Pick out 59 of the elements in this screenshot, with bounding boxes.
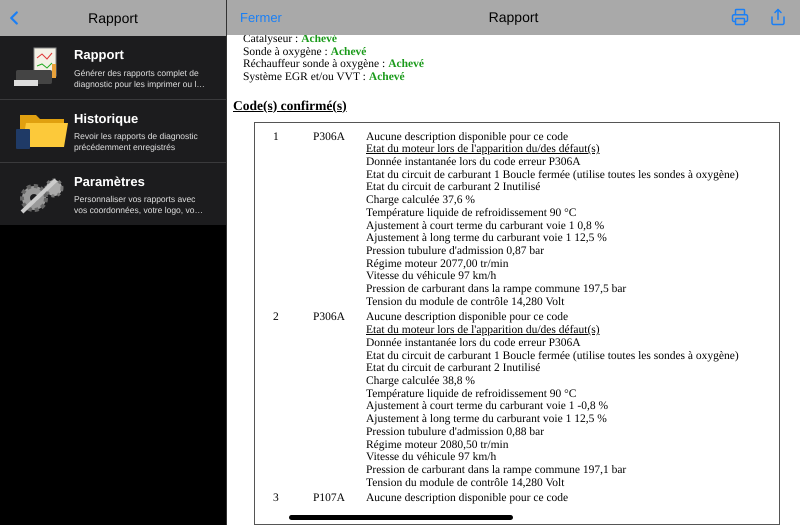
freeze-frame-line: Etat du circuit de carburant 1 Boucle fermée (utilise toutes les sondes à oxygène): [366, 350, 739, 362]
freeze-frame-line: Charge calculée 37,6 %: [366, 194, 476, 207]
menu-item[interactable]: Rapport Générer des rapports complet de diagnostic pour les imprimer ou l…: [0, 36, 226, 99]
freeze-frame-title: Etat du moteur lors de l'apparition du/des défaut(s): [366, 143, 601, 156]
freeze-frame-title: Etat du moteur lors de l'apparition du/des défaut(s): [366, 324, 601, 337]
freeze-frame-line: Température liquide de refroidissement 90 °C: [366, 206, 578, 220]
freeze-frame-line: Ajustement à long terme du carburant voie 1 12,5 %: [366, 413, 608, 426]
monitor-label: Réchauffeur sonde à oxygène :: [243, 58, 386, 71]
menu-item-title: Paramètres: [74, 172, 146, 191]
freeze-frame-line: Pression de carburant dans la rampe commune 197,5 bar: [366, 283, 628, 296]
freeze-frame-line: Ajustement à court terme du carburant voie 1 0,8 %: [366, 220, 606, 232]
sidebar-title: Rapport: [88, 8, 138, 28]
freeze-frame-line: Pression tubulure d'admission 0,88 bar: [366, 426, 546, 439]
share-button[interactable]: [769, 8, 787, 26]
section-title: Code(s) confirmé(s): [233, 98, 348, 114]
freeze-frame-line: Donnée instantanée lors du code erreur P306A: [366, 336, 582, 350]
printer-icon: [731, 8, 749, 26]
share-icon: [769, 8, 787, 26]
menu-item-description: Générer des rapports complet de diagnostic pour les imprimer ou l…: [74, 68, 206, 90]
code-description: Aucune description disponible pour ce code: [366, 492, 568, 506]
freeze-frame-line: Tension du module de contrôle 14,280 Volt: [366, 476, 566, 490]
menu-item-description: Revoir les rapports de diagnostic précédemment enregistrés: [74, 131, 199, 154]
print-button[interactable]: [731, 8, 749, 26]
freeze-frame-line: Température liquide de refroidissement 90 °C: [366, 388, 578, 400]
freeze-frame-line: Régime moteur 2077,00 tr/min: [366, 258, 510, 270]
freeze-frame-line: Vitesse du véhicule 97 km/h: [366, 270, 498, 284]
freeze-frame-line: Etat du circuit de carburant 2 Inutilisé: [366, 362, 542, 375]
code-number: P306A: [313, 130, 346, 145]
code-index: 1: [273, 130, 280, 145]
monitor-status: Achevé: [368, 70, 405, 84]
freeze-frame-line: Etat du circuit de carburant 1 Boucle fermée (utilise toutes les sondes à oxygène): [366, 168, 739, 182]
freeze-frame-line: Ajustement à court terme du carburant voie 1 -0,8 %: [366, 400, 610, 414]
monitor-label: Système EGR et/ou VVT :: [243, 70, 366, 84]
freeze-frame-line: Charge calculée 38,8 %: [366, 375, 476, 388]
freeze-frame-line: Ajustement à long terme du carburant voie 1 12,5 %: [366, 232, 608, 245]
code-number: P107A: [313, 492, 346, 506]
monitor-label: Catalyseur :: [243, 32, 298, 46]
freeze-frame-line: Pression tubulure d'admission 0,87 bar: [366, 244, 546, 258]
menu-item[interactable]: Historique Revoir les rapports de diagnostic précédemment enregistrés: [0, 99, 226, 162]
freeze-frame-line: Etat du circuit de carburant 2 Inutilisé: [366, 181, 542, 194]
menu-item-title: Historique: [74, 110, 140, 128]
freeze-frame-line: Tension du module de contrôle 14,280 Volt: [366, 296, 566, 308]
monitor-status: Achevé: [330, 46, 366, 58]
code-description: Aucune description disponible pour ce code: [366, 311, 570, 324]
code-number: P306A: [313, 311, 346, 326]
menu-item-title: Rapport: [74, 46, 125, 64]
code-index: 3: [273, 492, 280, 506]
freeze-frame-line: Régime moteur 2080,50 tr/min: [366, 438, 510, 452]
code-description: Aucune description disponible pour ce code: [366, 130, 570, 144]
monitor-status: Achevé: [388, 58, 424, 71]
menu-item-description: Personnaliser vos rapports avec vos coordonnées, votre logo, vo…: [74, 194, 204, 216]
monitor-status: Achevé: [301, 32, 338, 46]
monitor-label: Sonde à oxygène :: [243, 46, 328, 58]
menu-item[interactable]: Paramètres Personnaliser vos rapports avec vos coordonnées, votre logo, vo…: [0, 162, 226, 225]
freeze-frame-line: Pression de carburant dans la rampe commune 197,1 bar: [366, 464, 628, 477]
report-title: Rapport: [488, 8, 538, 27]
code-index: 2: [273, 311, 280, 326]
freeze-frame-line: Vitesse du véhicule 97 km/h: [366, 451, 498, 464]
freeze-frame-line: Donnée instantanée lors du code erreur P306A: [366, 156, 582, 169]
